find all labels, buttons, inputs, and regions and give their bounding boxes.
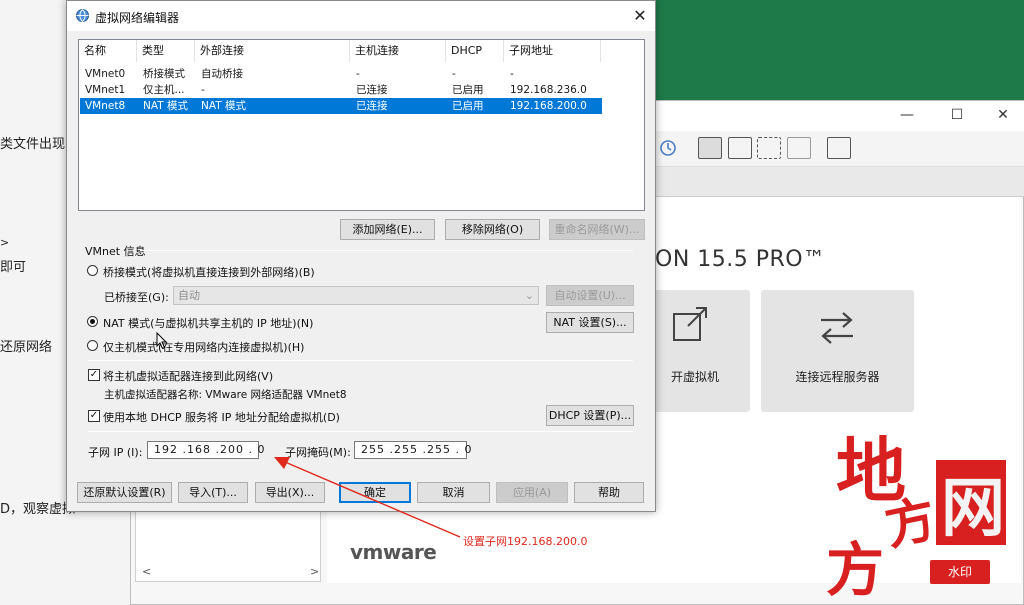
auto-settings-button[interactable]: 自动设置(U)...: [546, 285, 634, 306]
dialog-close-button[interactable]: ✕: [631, 6, 649, 25]
cell-host: 已连接: [356, 100, 388, 112]
cell-external: 自动桥接: [201, 68, 243, 80]
add-network-button[interactable]: 添加网络(E)...: [340, 219, 435, 240]
cell-subnet: -: [510, 68, 514, 80]
annotation-arrow: [274, 457, 461, 538]
library-view-icon[interactable]: [698, 137, 722, 159]
doc-fragment: 还原网络: [0, 340, 53, 355]
terminal-icon[interactable]: [827, 137, 851, 159]
group-border: [140, 250, 633, 251]
use-dhcp-label: 使用本地 DHCP 服务将 IP 地址分配给虚拟机(D): [103, 411, 340, 424]
apply-button[interactable]: 应用(A): [496, 482, 568, 503]
network-globe-icon: [75, 8, 90, 26]
rename-network-button[interactable]: 重命名网络(W)...: [549, 219, 645, 240]
swap-arrows-icon: [817, 310, 857, 349]
column-header-subnet[interactable]: 子网地址: [504, 40, 601, 62]
scroll-right-arrow[interactable]: >: [310, 565, 319, 578]
cell-host: -: [356, 68, 360, 80]
fullscreen-icon[interactable]: [757, 137, 781, 159]
import-button[interactable]: 导入(T)...: [178, 482, 248, 503]
separator-line: [88, 431, 633, 432]
connect-remote-tile[interactable]: 连接远程服务器: [761, 290, 914, 412]
column-header-host[interactable]: 主机连接: [350, 40, 446, 62]
chevron-down-icon: ⌄: [524, 289, 534, 302]
scroll-left-arrow[interactable]: <: [142, 565, 151, 578]
column-header-type[interactable]: 类型: [137, 40, 195, 62]
nat-settings-button[interactable]: NAT 设置(S)...: [546, 312, 634, 333]
bridged-to-label: 已桥接至(G):: [104, 291, 169, 304]
watermark-badge: 水印: [930, 560, 990, 584]
dhcp-settings-button[interactable]: DHCP 设置(P)...: [546, 405, 634, 426]
cell-subnet: 192.168.200.0: [510, 100, 587, 112]
dialog-title: 虚拟网络编辑器: [95, 11, 180, 25]
table-row-selected[interactable]: VMnet8 NAT 模式 NAT 模式 已连接 已启用 192.168.200…: [80, 98, 602, 114]
bridged-to-value: 自动: [178, 289, 200, 302]
connect-adapter-label: 将主机虚拟适配器连接到此网络(V): [103, 370, 274, 383]
cell-dhcp: 已启用: [452, 84, 484, 96]
open-vm-tile[interactable]: 开虚拟机: [640, 290, 750, 412]
svg-text:网: 网: [941, 471, 1005, 546]
green-background-panel: [655, 0, 1024, 100]
table-row[interactable]: VMnet0 桥接模式 自动桥接 - - -: [80, 66, 602, 82]
help-button[interactable]: 帮助: [574, 482, 644, 503]
cell-external: NAT 模式: [201, 100, 246, 112]
cell-type: 桥接模式: [143, 68, 185, 80]
close-button[interactable]: ✕: [993, 107, 1013, 123]
restore-defaults-button[interactable]: 还原默认设置(R): [77, 482, 172, 503]
separator-line: [88, 360, 633, 361]
cell-name: VMnet0: [85, 68, 126, 80]
remove-network-button[interactable]: 移除网络(O): [445, 219, 540, 240]
cell-type: 仅主机...: [143, 84, 185, 96]
doc-fragment: >: [0, 236, 10, 249]
doc-fragment: 类文件出现: [0, 137, 66, 152]
column-header-dhcp[interactable]: DHCP: [446, 40, 504, 62]
doc-fragment: D，观察虚拟: [0, 502, 76, 517]
console-view-icon[interactable]: [728, 137, 752, 159]
subnet-ip-input[interactable]: 192 .168 .200 . 0: [147, 441, 264, 459]
cell-dhcp: 已启用: [452, 100, 484, 112]
table-header: 名称 类型 外部连接 主机连接 DHCP 子网地址: [79, 40, 644, 62]
connect-adapter-checkbox[interactable]: ✓: [88, 369, 100, 381]
adapter-name-text: 主机虚拟适配器名称: VMware 网络适配器 VMnet8: [104, 389, 347, 401]
open-vm-label: 开虚拟机: [670, 370, 719, 384]
bridged-mode-radio[interactable]: [87, 265, 98, 276]
unity-icon[interactable]: [787, 137, 811, 159]
cell-name: VMnet1: [85, 84, 126, 96]
host-only-radio[interactable]: [87, 340, 98, 351]
column-header-name[interactable]: 名称: [79, 40, 137, 62]
nat-mode-radio[interactable]: [87, 316, 98, 327]
cell-host: 已连接: [356, 84, 388, 96]
column-header-external[interactable]: 外部连接: [195, 40, 350, 62]
bridged-mode-label: 桥接模式(将虚拟机直接连接到外部网络)(B): [103, 266, 315, 279]
mouse-cursor-icon: [156, 331, 168, 353]
annotation-text: 设置子网192.168.200.0: [463, 535, 588, 548]
vmnet-info-group-title: VMnet 信息: [85, 245, 146, 258]
cell-subnet: 192.168.236.0: [510, 84, 587, 96]
host-only-label: 仅主机模式(在专用网络内连接虚拟机)(H): [103, 341, 305, 354]
cell-type: NAT 模式: [143, 100, 188, 112]
dialog-titlebar: 虚拟网络编辑器 ✕: [67, 1, 655, 31]
snapshot-icon[interactable]: [657, 137, 679, 159]
network-table: 名称 类型 外部连接 主机连接 DHCP 子网地址 VMnet0 桥接模式 自动…: [78, 39, 645, 211]
use-dhcp-checkbox[interactable]: ✓: [88, 410, 100, 422]
bridged-to-dropdown[interactable]: 自动 ⌄: [173, 286, 539, 305]
product-brand-title: ON 15.5 PRO™: [655, 247, 826, 272]
open-vm-icon: [670, 304, 710, 347]
svg-text:方: 方: [880, 489, 941, 557]
subnet-ip-label: 子网 IP (I):: [88, 446, 143, 459]
cell-dhcp: -: [452, 68, 456, 80]
virtual-network-editor-dialog: 虚拟网络编辑器 ✕ 名称 类型 外部连接 主机连接 DHCP 子网地址 VMne…: [66, 0, 656, 512]
maximize-button[interactable]: ☐: [947, 107, 967, 123]
connect-remote-label: 连接远程服务器: [795, 370, 880, 384]
cell-name: VMnet8: [85, 100, 126, 112]
cell-external: -: [201, 84, 205, 96]
minimize-button[interactable]: —: [897, 107, 917, 123]
nat-mode-label: NAT 模式(与虚拟机共享主机的 IP 地址)(N): [103, 317, 314, 330]
doc-fragment: 即可: [0, 260, 27, 275]
table-row[interactable]: VMnet1 仅主机... - 已连接 已启用 192.168.236.0: [80, 82, 602, 98]
svg-text:方: 方: [826, 536, 884, 600]
